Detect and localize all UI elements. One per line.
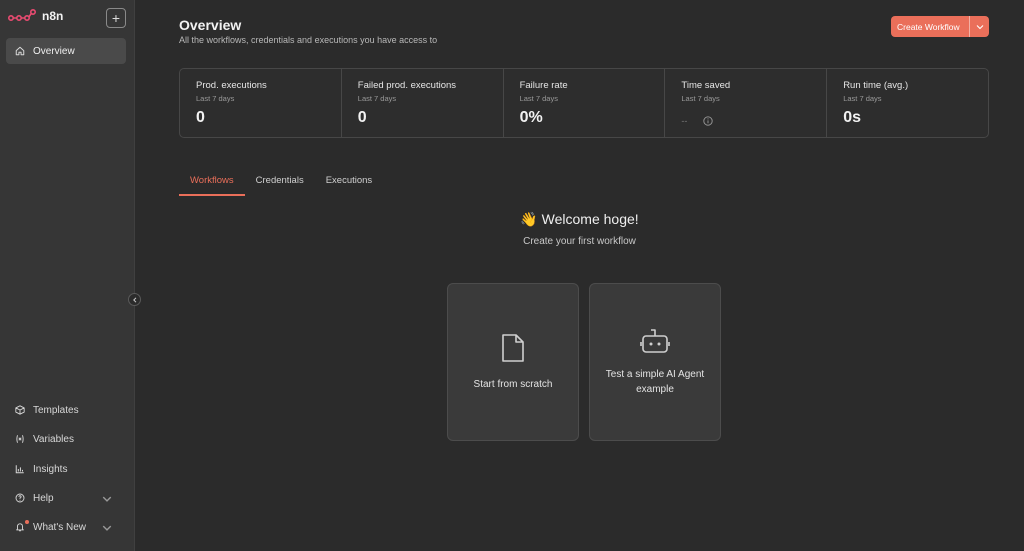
create-options-dropdown[interactable]: [969, 16, 989, 37]
stat-run-time-avg[interactable]: Run time (avg.) Last 7 days 0s: [827, 69, 988, 137]
stat-label: Failed prod. executions: [357, 80, 457, 91]
welcome-subtitle: Create your first workflow: [523, 236, 636, 247]
info-icon[interactable]: [703, 116, 714, 126]
logo[interactable]: n8n: [8, 8, 63, 24]
robot-icon: [640, 329, 670, 353]
stat-value: 0%: [519, 109, 543, 126]
tab-credentials[interactable]: Credentials: [245, 171, 315, 196]
chevron-down-icon: [976, 24, 983, 29]
question-icon: [15, 493, 25, 503]
sidebar-item-variables[interactable]: Variables: [6, 426, 126, 452]
stat-failure-rate[interactable]: Failure rate Last 7 days 0%: [504, 69, 666, 137]
stat-label: Time saved: [681, 80, 731, 91]
notification-dot: [25, 520, 29, 524]
stat-failed-prod-executions[interactable]: Failed prod. executions Last 7 days 0: [342, 69, 504, 137]
start-from-scratch-card[interactable]: Start from scratch: [447, 283, 579, 441]
stat-time-saved[interactable]: Time saved Last 7 days --: [665, 69, 828, 137]
stat-period: Last 7 days: [681, 94, 720, 103]
sidebar-item-overview[interactable]: Overview: [6, 38, 126, 64]
sidebar-item-help[interactable]: Help: [6, 485, 126, 511]
bell-icon: [16, 523, 24, 532]
stat-label: Run time (avg.): [843, 80, 909, 91]
main-content: Overview All the workflows, credentials …: [135, 0, 1024, 551]
chevron-down-icon: [102, 496, 112, 502]
create-workflow-label: Create Workflow: [897, 21, 960, 32]
app-name: n8n: [42, 9, 64, 23]
sidebar-item-templates[interactable]: Templates: [6, 397, 126, 423]
welcome-title: Welcome hoge!: [541, 211, 639, 227]
stat-period: Last 7 days: [196, 94, 235, 103]
card-label: Start from scratch: [473, 378, 553, 390]
tab-workflows[interactable]: Workflows: [179, 171, 245, 196]
file-icon: [502, 333, 524, 362]
sidebar-item-label: Help: [33, 492, 54, 504]
sidebar-item-label: What's New: [33, 521, 87, 533]
n8n-logo-icon: [8, 8, 36, 22]
new-resource-button[interactable]: +: [106, 8, 126, 28]
stat-period: Last 7 days: [357, 94, 397, 103]
chart-bar-icon: [15, 465, 24, 474]
sidebar: n8n + Overview Templates Variables Insig…: [0, 0, 135, 551]
stat-value: --: [681, 116, 688, 126]
sidebar-item-label: Insights: [33, 463, 68, 475]
ai-agent-example-card[interactable]: Test a simple AI Agent example: [589, 283, 721, 441]
package-icon: [15, 405, 25, 415]
stat-value-row: --: [681, 116, 826, 126]
stat-label: Failure rate: [519, 80, 568, 91]
stat-value: 0: [357, 109, 367, 126]
sidebar-collapse-button[interactable]: [128, 293, 141, 306]
stat-value: 0: [196, 109, 205, 126]
plus-icon: +: [111, 10, 121, 26]
sidebar-item-whats-new[interactable]: What's New: [6, 514, 126, 540]
sidebar-item-label: Variables: [33, 433, 74, 445]
variable-icon: [16, 435, 24, 443]
sidebar-item-label: Overview: [33, 45, 75, 57]
chevron-left-icon: [132, 296, 136, 303]
welcome-heading: 👋 Welcome hoge!: [135, 211, 1024, 228]
create-workflow-button[interactable]: Create Workflow: [891, 16, 989, 37]
card-label: Test a simple AI Agent example: [605, 369, 705, 395]
stat-period: Last 7 days: [519, 94, 558, 103]
app-root: n8n + Overview Templates Variables Insig…: [0, 0, 1024, 551]
waving-hand-icon: 👋: [520, 211, 538, 227]
stat-label: Prod. executions: [196, 80, 267, 91]
chevron-down-icon: [102, 525, 112, 531]
tab-executions[interactable]: Executions: [315, 171, 383, 196]
stats-summary: Prod. executions Last 7 days 0 Failed pr…: [179, 68, 989, 138]
page-title: Overview: [179, 17, 242, 33]
stat-value: 0s: [843, 109, 861, 126]
stat-prod-executions[interactable]: Prod. executions Last 7 days 0: [180, 69, 342, 137]
sidebar-item-insights[interactable]: Insights: [6, 456, 126, 482]
resource-tabs: Workflows Credentials Executions: [179, 171, 383, 196]
stat-period: Last 7 days: [843, 94, 882, 103]
sidebar-item-label: Templates: [33, 404, 79, 416]
page-subtitle: All the workflows, credentials and execu…: [179, 35, 438, 45]
home-icon: [15, 46, 25, 56]
